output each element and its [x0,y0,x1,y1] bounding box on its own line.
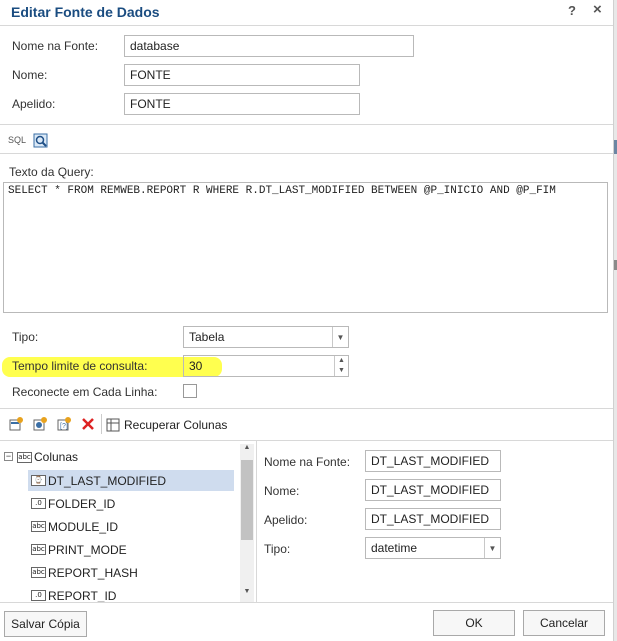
toolbar-separator [101,414,102,434]
number-icon: .0 [31,498,46,509]
tree-item-label: FOLDER_ID [48,496,116,511]
tree-item-label: REPORT_HASH [48,565,138,580]
nome-fonte-input[interactable]: database [124,35,414,57]
datetime-icon: ⌚ [31,475,46,486]
tempo-limite-label: Tempo limite de consulta: [12,359,148,373]
apelido-label: Apelido: [12,97,56,111]
tree-item[interactable]: abc PRINT_MODE [28,539,234,560]
add-column-icon[interactable] [8,416,24,432]
tree-item-label: DT_LAST_MODIFIED [48,473,167,488]
svg-text:[?]: [?] [60,423,68,430]
query-designer-icon[interactable] [33,133,49,149]
tempo-limite-input[interactable]: 30 ▲ ▼ [183,355,349,377]
detail-tipo-label: Tipo: [264,542,291,556]
divider [0,124,613,125]
reconecte-checkbox[interactable] [183,384,197,398]
help-icon[interactable]: ? [568,3,576,18]
recuperar-colunas-label: Recuperar Colunas [124,418,228,432]
nome-label: Nome: [12,68,48,82]
spinner[interactable]: ▲ ▼ [334,356,348,376]
tree-scrollbar-thumb[interactable] [241,460,253,540]
spin-down-icon[interactable]: ▼ [335,366,348,376]
tree-item-label: PRINT_MODE [48,542,127,557]
tempo-limite-value: 30 [189,359,203,373]
scroll-up-icon[interactable]: ▲ [240,444,254,456]
retrieve-columns-icon [106,418,120,432]
detail-apelido-label: Apelido: [264,513,308,527]
detail-tipo-select[interactable]: datetime ▼ [365,537,501,559]
detail-nome-input[interactable]: DT_LAST_MODIFIED [365,479,501,501]
spin-up-icon[interactable]: ▲ [335,356,348,366]
salvar-copia-button[interactable]: Salvar Cópia [4,611,87,637]
nome-input[interactable]: FONTE [124,64,360,86]
divider [0,408,613,409]
tipo-select[interactable]: Tabela ▼ [183,326,349,348]
dialog-title: Editar Fonte de Dados [11,4,160,20]
cancelar-button[interactable]: Cancelar [523,610,605,636]
tree-item-label: MODULE_ID [48,519,119,534]
apelido-input[interactable]: FONTE [124,93,360,115]
query-textarea[interactable]: SELECT * FROM REMWEB.REPORT R WHERE R.DT… [3,182,608,313]
query-label: Texto da Query: [9,165,94,179]
columns-tree: − abc Colunas ⌚ DT_LAST_MODIFIED .0 FOLD… [0,441,256,602]
add-parameter-icon[interactable]: [?] [56,416,72,432]
abc-icon: abc [17,451,32,463]
tree-item[interactable]: abc REPORT_HASH [28,562,234,583]
nome-fonte-label: Nome na Fonte: [12,39,99,53]
sql-icon[interactable]: SQL [8,135,26,145]
delete-icon[interactable] [80,416,96,432]
panel-divider [256,441,257,602]
tipo-select-value: Tabela [189,330,225,344]
tree-item[interactable]: ⌚ DT_LAST_MODIFIED [28,470,234,491]
detail-apelido-input[interactable]: DT_LAST_MODIFIED [365,508,501,530]
abc-icon: abc [31,521,46,532]
tree-item[interactable]: .0 FOLDER_ID [28,493,234,514]
detail-nome-label: Nome: [264,484,300,498]
chevron-down-icon[interactable]: ▼ [332,327,348,347]
edit-data-source-dialog: Editar Fonte de Dados ? × Nome na Fonte:… [0,0,614,641]
chevron-down-icon[interactable]: ▼ [484,538,500,558]
ok-button[interactable]: OK [433,610,515,636]
detail-nome-fonte-input[interactable]: DT_LAST_MODIFIED [365,450,501,472]
collapse-icon[interactable]: − [4,452,13,461]
close-icon[interactable]: × [593,1,602,18]
tipo-label: Tipo: [12,330,39,344]
title-bar: Editar Fonte de Dados ? × [0,0,613,24]
divider [0,153,613,154]
tree-item-label: REPORT_ID [48,588,117,603]
title-divider [0,25,613,26]
tree-root[interactable]: abc Colunas [17,450,78,464]
detail-nome-fonte-label: Nome na Fonte: [264,455,351,469]
footer-divider [0,602,613,603]
scroll-down-icon[interactable]: ▼ [240,588,254,600]
abc-icon: abc [31,544,46,555]
abc-icon: abc [31,567,46,578]
detail-tipo-value: datetime [371,541,418,555]
recuperar-colunas-button[interactable]: Recuperar Colunas [105,416,227,434]
add-calculated-column-icon[interactable] [32,416,48,432]
tree-item[interactable]: abc MODULE_ID [28,516,234,537]
tree-item[interactable]: .0 REPORT_ID [28,585,234,602]
reconecte-label: Reconecte em Cada Linha: [12,385,158,399]
number-icon: .0 [31,590,46,601]
tree-root-label: Colunas [34,450,79,464]
